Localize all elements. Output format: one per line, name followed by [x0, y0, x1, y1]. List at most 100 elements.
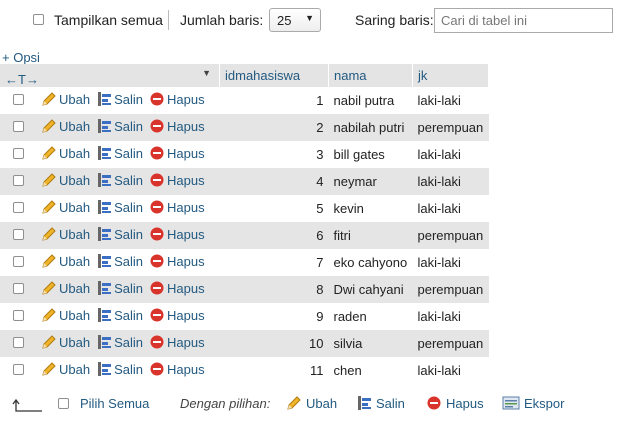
table-row[interactable]: Ubah Salin Hapus 6 fitri perempuan	[0, 222, 489, 249]
cell-idmahasiswa[interactable]: 10	[219, 330, 329, 357]
row-delete-button[interactable]: Hapus	[149, 118, 205, 134]
column-header-idmahasiswa[interactable]: idmahasiswa	[219, 64, 329, 87]
row-copy-button[interactable]: Salin	[96, 280, 143, 296]
table-row[interactable]: Ubah Salin Hapus 1 nabil putra laki-laki	[0, 87, 489, 114]
select-all-checkbox[interactable]	[58, 398, 69, 409]
cell-nama[interactable]: neymar	[328, 168, 413, 195]
row-checkbox[interactable]	[12, 283, 24, 294]
row-checkbox[interactable]	[12, 121, 24, 132]
row-checkbox[interactable]	[12, 175, 24, 186]
cell-idmahasiswa[interactable]: 11	[220, 357, 329, 384]
cell-nama[interactable]: eko cahyono	[329, 249, 413, 276]
row-copy-button[interactable]: Salin	[96, 199, 143, 215]
row-delete-button[interactable]: Hapus	[149, 280, 205, 296]
row-copy-button[interactable]: Salin	[96, 145, 143, 161]
row-edit-button[interactable]: Ubah	[41, 199, 90, 215]
show-all-label[interactable]: Tampilkan semua	[54, 12, 163, 28]
row-edit-button[interactable]: Ubah	[41, 91, 90, 107]
column-header-jk[interactable]: jk	[412, 64, 489, 87]
row-edit-button[interactable]: Ubah	[41, 145, 90, 161]
table-row[interactable]: Ubah Salin Hapus 3 bill gates laki-laki	[0, 141, 489, 168]
row-delete-button[interactable]: Hapus	[149, 172, 205, 188]
row-edit-button[interactable]: Ubah	[41, 253, 90, 269]
row-checkbox[interactable]	[12, 94, 24, 105]
rows-count-select[interactable]: 25 ▼	[269, 8, 321, 32]
row-delete-button[interactable]: Hapus	[149, 199, 205, 215]
table-row[interactable]: Ubah Salin Hapus 9 raden laki-laki	[0, 303, 489, 330]
row-copy-button[interactable]: Salin	[96, 307, 143, 323]
cell-jk[interactable]: perempuan	[412, 114, 489, 141]
row-checkbox[interactable]	[12, 310, 24, 321]
row-delete-button[interactable]: Hapus	[149, 334, 205, 350]
sort-menu-header[interactable]: ←T→ ▼	[0, 64, 220, 87]
options-link[interactable]: + Opsi	[2, 50, 40, 65]
table-row[interactable]: Ubah Salin Hapus 10 silvia perempuan	[0, 330, 489, 357]
row-copy-button[interactable]: Salin	[96, 91, 143, 107]
cell-jk[interactable]: laki-laki	[413, 357, 489, 384]
cell-jk[interactable]: perempuan	[412, 222, 489, 249]
cell-jk[interactable]: laki-laki	[413, 87, 489, 114]
cell-idmahasiswa[interactable]: 8	[219, 276, 329, 303]
bulk-export-button[interactable]: Ekspor	[502, 395, 564, 411]
cell-idmahasiswa[interactable]: 1	[220, 87, 329, 114]
cell-jk[interactable]: laki-laki	[413, 249, 489, 276]
row-copy-button[interactable]: Salin	[96, 253, 143, 269]
table-row[interactable]: Ubah Salin Hapus 5 kevin laki-laki	[0, 195, 489, 222]
row-edit-button[interactable]: Ubah	[41, 280, 90, 296]
row-delete-button[interactable]: Hapus	[149, 307, 205, 323]
cell-nama[interactable]: fitri	[328, 222, 413, 249]
show-all-checkbox[interactable]	[33, 14, 44, 25]
row-checkbox[interactable]	[12, 337, 24, 348]
filter-rows-input[interactable]	[434, 8, 613, 33]
row-checkbox[interactable]	[12, 256, 24, 267]
row-edit-button[interactable]: Ubah	[41, 361, 90, 377]
cell-jk[interactable]: laki-laki	[413, 303, 489, 330]
cell-nama[interactable]: silvia	[328, 330, 413, 357]
cell-nama[interactable]: nabil putra	[329, 87, 413, 114]
row-delete-button[interactable]: Hapus	[149, 91, 205, 107]
cell-idmahasiswa[interactable]: 9	[220, 303, 329, 330]
row-delete-button[interactable]: Hapus	[149, 253, 205, 269]
table-row[interactable]: Ubah Salin Hapus 8 Dwi cahyani perempuan	[0, 276, 489, 303]
cell-idmahasiswa[interactable]: 6	[219, 222, 329, 249]
cell-idmahasiswa[interactable]: 3	[220, 141, 329, 168]
table-row[interactable]: Ubah Salin Hapus 4 neymar laki-laki	[0, 168, 489, 195]
cell-jk[interactable]: perempuan	[412, 276, 489, 303]
row-delete-button[interactable]: Hapus	[149, 145, 205, 161]
table-row[interactable]: Ubah Salin Hapus 11 chen laki-laki	[0, 357, 489, 384]
cell-idmahasiswa[interactable]: 2	[219, 114, 329, 141]
cell-nama[interactable]: bill gates	[329, 141, 413, 168]
cell-jk[interactable]: perempuan	[412, 330, 489, 357]
row-checkbox[interactable]	[12, 202, 24, 213]
row-edit-button[interactable]: Ubah	[41, 226, 90, 242]
column-header-nama[interactable]: nama	[328, 64, 413, 87]
cell-nama[interactable]: kevin	[329, 195, 413, 222]
row-copy-button[interactable]: Salin	[96, 172, 143, 188]
cell-idmahasiswa[interactable]: 5	[220, 195, 329, 222]
row-copy-button[interactable]: Salin	[96, 226, 143, 242]
select-all-label[interactable]: Pilih Semua	[80, 396, 149, 411]
row-checkbox[interactable]	[12, 229, 24, 240]
cell-nama[interactable]: Dwi cahyani	[328, 276, 413, 303]
row-delete-button[interactable]: Hapus	[149, 226, 205, 242]
dropdown-triangle-icon[interactable]: ▼	[202, 68, 211, 78]
cell-nama[interactable]: raden	[329, 303, 413, 330]
cell-nama[interactable]: nabilah putri	[328, 114, 413, 141]
cell-jk[interactable]: laki-laki	[413, 141, 489, 168]
row-copy-button[interactable]: Salin	[96, 118, 143, 134]
table-row[interactable]: Ubah Salin Hapus 2 nabilah putri perempuan	[0, 114, 489, 141]
cell-nama[interactable]: chen	[329, 357, 413, 384]
sort-arrows-icon[interactable]: ←T→	[5, 72, 39, 87]
row-edit-button[interactable]: Ubah	[41, 334, 90, 350]
cell-jk[interactable]: laki-laki	[412, 168, 489, 195]
row-checkbox[interactable]	[12, 148, 24, 159]
row-edit-button[interactable]: Ubah	[41, 118, 90, 134]
row-edit-button[interactable]: Ubah	[41, 307, 90, 323]
cell-jk[interactable]: laki-laki	[413, 195, 489, 222]
row-checkbox[interactable]	[12, 364, 24, 375]
cell-idmahasiswa[interactable]: 7	[220, 249, 329, 276]
row-copy-button[interactable]: Salin	[96, 334, 143, 350]
cell-idmahasiswa[interactable]: 4	[219, 168, 329, 195]
bulk-delete-button[interactable]: Hapus	[426, 395, 484, 411]
row-delete-button[interactable]: Hapus	[149, 361, 205, 377]
